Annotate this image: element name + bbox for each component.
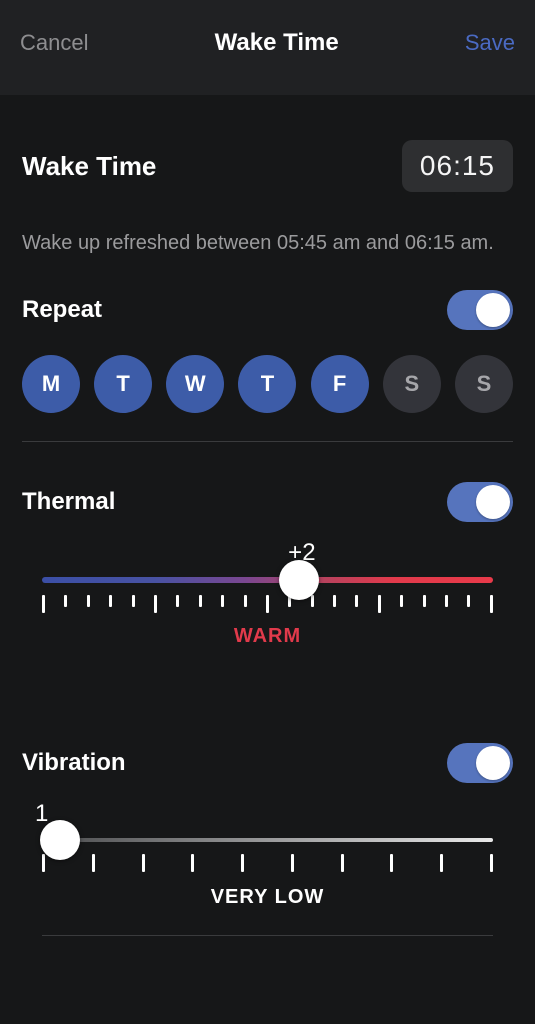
day-tuesday[interactable]: T bbox=[94, 355, 152, 413]
thermal-toggle[interactable] bbox=[447, 482, 513, 522]
day-monday[interactable]: M bbox=[22, 355, 80, 413]
day-saturday[interactable]: S bbox=[383, 355, 441, 413]
repeat-label: Repeat bbox=[22, 296, 102, 324]
thermal-ticks bbox=[42, 595, 493, 613]
thermal-track bbox=[42, 577, 493, 583]
vibration-ticks bbox=[42, 854, 493, 872]
thermal-thumb[interactable] bbox=[279, 560, 319, 600]
thermal-category: WARM bbox=[42, 625, 493, 648]
vibration-category: VERY LOW bbox=[42, 886, 493, 909]
page-title: Wake Time bbox=[215, 29, 339, 57]
vibration-slider[interactable]: 1 VERY LOW bbox=[22, 838, 513, 936]
wake-time-subtext: Wake up refreshed between 05:45 am and 0… bbox=[22, 232, 513, 255]
vibration-track bbox=[42, 838, 493, 842]
repeat-row: Repeat bbox=[22, 290, 513, 330]
thermal-label: Thermal bbox=[22, 488, 115, 516]
vibration-thumb[interactable] bbox=[40, 820, 80, 860]
thermal-row: Thermal bbox=[22, 482, 513, 522]
day-friday[interactable]: F bbox=[311, 355, 369, 413]
day-wednesday[interactable]: W bbox=[166, 355, 224, 413]
day-sunday[interactable]: S bbox=[455, 355, 513, 413]
wake-time-label: Wake Time bbox=[22, 151, 156, 182]
thermal-slider[interactable]: +2 WARM bbox=[22, 577, 513, 648]
cancel-button[interactable]: Cancel bbox=[20, 30, 88, 56]
wake-time-row: Wake Time 06:15 bbox=[22, 140, 513, 192]
vibration-toggle[interactable] bbox=[447, 743, 513, 783]
repeat-toggle[interactable] bbox=[447, 290, 513, 330]
vibration-row: Vibration bbox=[22, 743, 513, 783]
vibration-label: Vibration bbox=[22, 749, 126, 777]
day-thursday[interactable]: T bbox=[238, 355, 296, 413]
save-button[interactable]: Save bbox=[465, 30, 515, 56]
divider bbox=[42, 935, 493, 936]
header: Cancel Wake Time Save bbox=[0, 0, 535, 95]
repeat-days: M T W T F S S bbox=[22, 355, 513, 442]
wake-time-value[interactable]: 06:15 bbox=[402, 140, 513, 192]
